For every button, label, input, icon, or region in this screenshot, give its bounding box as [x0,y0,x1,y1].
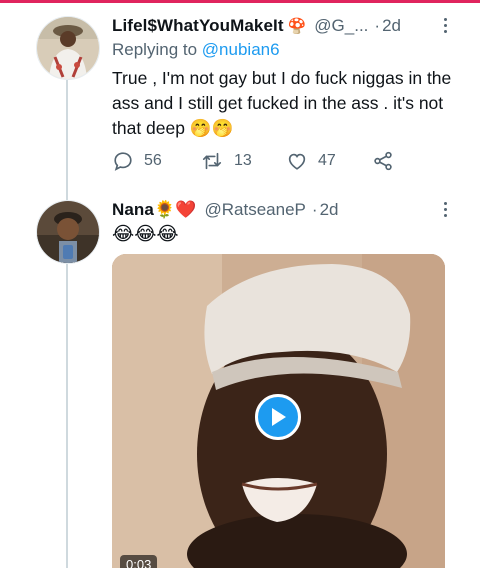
action-bar: 56 13 47 [112,150,402,174]
separator-dot: · [311,200,318,219]
mushroom-emoji-icon: 🍄 [287,18,307,35]
share-icon [374,151,392,171]
replying-to: Replying to @nubian6 [112,40,280,60]
reply-mention-link[interactable]: @nubian6 [202,40,280,59]
share-button[interactable] [372,150,394,172]
top-border [0,0,480,3]
display-name[interactable]: Nana🌻❤️ [112,200,197,220]
reply-icon [114,152,132,171]
avatar[interactable] [36,200,100,264]
reply-count: 56 [144,152,162,169]
retweet-count: 13 [234,152,252,169]
user-handle[interactable]: @G_... [314,16,368,36]
separator-dot: · [374,16,381,35]
tweet-text: True , I'm not gay but I do fuck niggas … [112,68,452,138]
more-options-icon[interactable] [440,18,450,33]
user-handle[interactable]: @RatseaneP [205,200,306,220]
timestamp[interactable]: 2d [320,200,339,220]
retweet-button[interactable]: 13 [200,150,252,172]
tweet-header: Lifel$WhatYouMakeIt 🍄 @G_... · 2d [112,14,450,38]
tweet-text: 😂😂😂 [112,224,179,245]
video-player[interactable]: 0:03 [112,254,445,568]
play-icon [272,408,286,426]
video-duration: 0:03 [120,555,158,568]
play-button[interactable] [255,394,301,440]
avatar[interactable] [36,16,100,80]
heart-icon [288,153,306,170]
timestamp[interactable]: 2d [382,16,401,36]
retweet-icon [202,152,222,170]
like-count: 47 [318,152,336,169]
like-button[interactable]: 47 [286,150,336,172]
replying-label: Replying to [112,40,198,59]
tweet-2[interactable]: Nana🌻❤️ @RatseaneP · 2d 😂😂😂 0:03 [0,192,480,568]
tweet-1[interactable]: Lifel$WhatYouMakeIt 🍄 @G_... · 2d Replyi… [0,4,480,190]
display-name[interactable]: Lifel$WhatYouMakeIt [112,16,284,36]
reply-button[interactable]: 56 [112,150,162,172]
more-options-icon[interactable] [440,202,450,217]
tweet-header: Nana🌻❤️ @RatseaneP · 2d [112,198,450,222]
